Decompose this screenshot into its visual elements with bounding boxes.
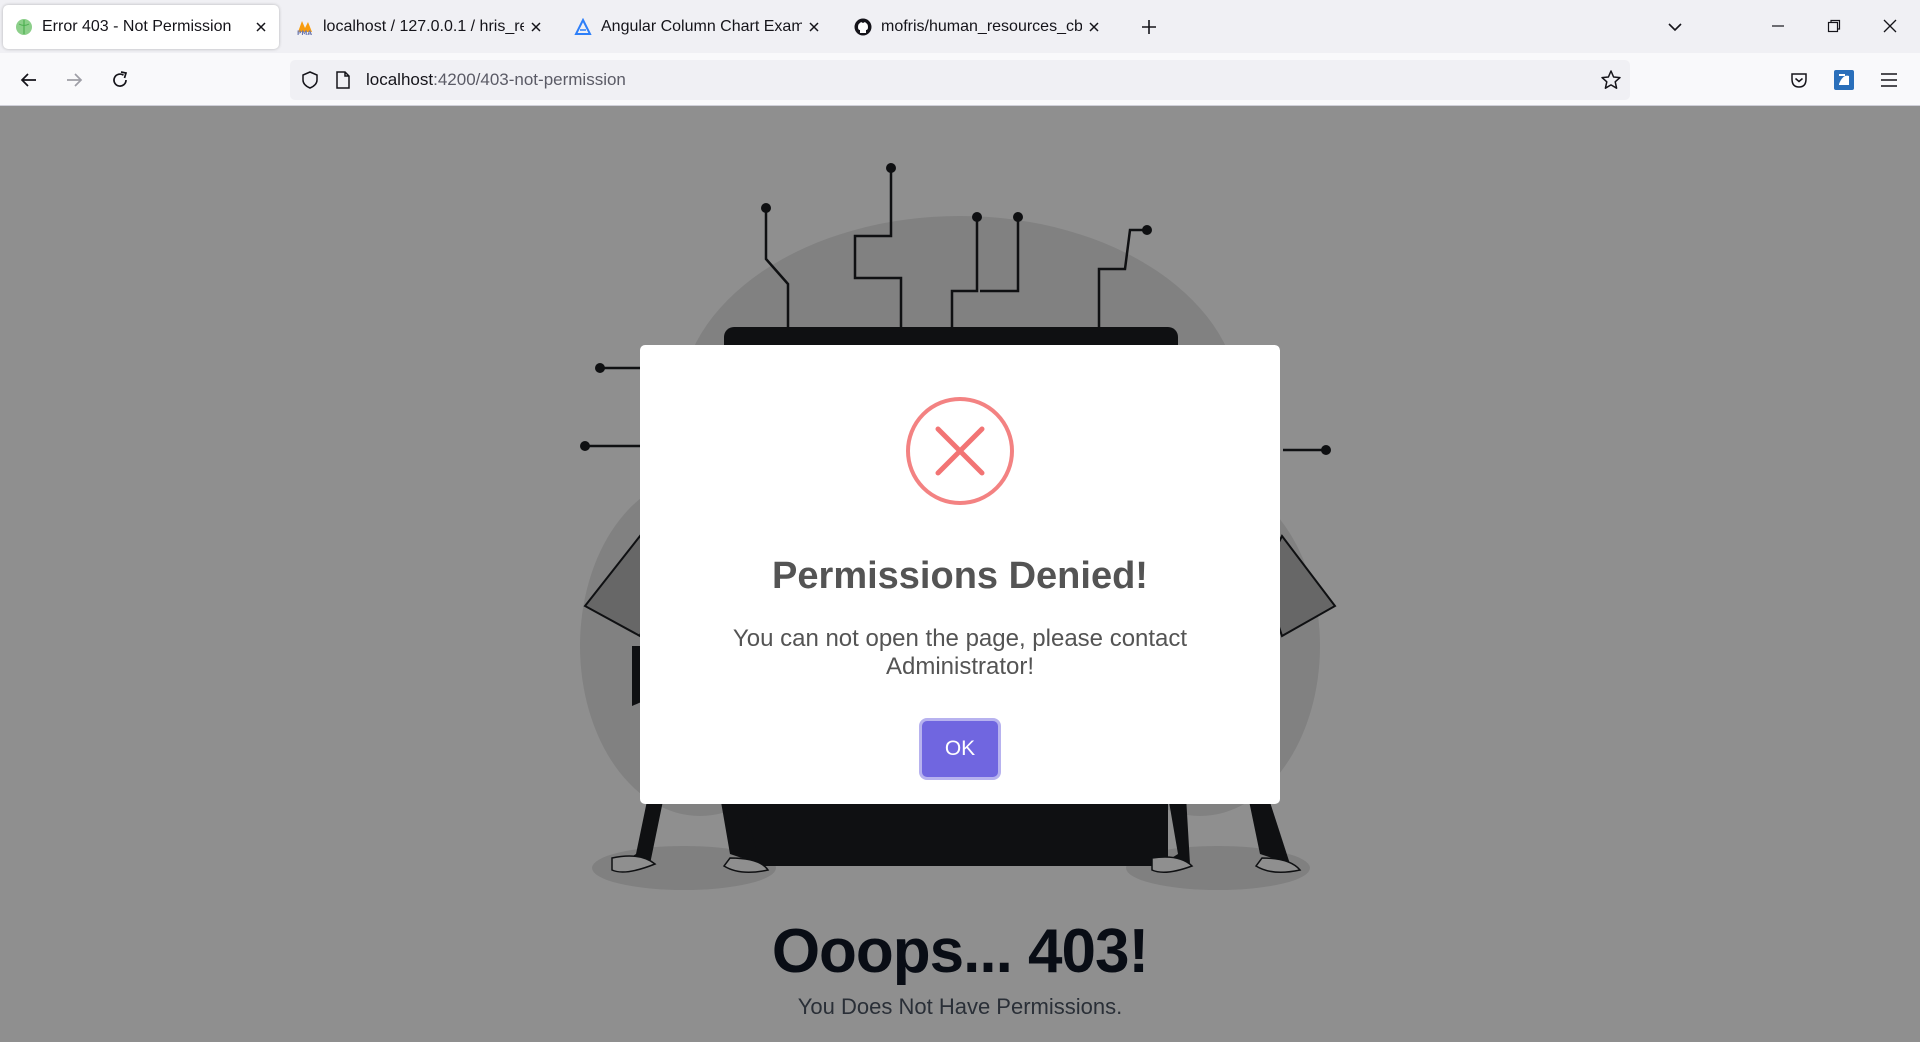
- url-host: localhost: [366, 70, 434, 89]
- back-arrow-icon[interactable]: [12, 63, 46, 97]
- minimize-icon[interactable]: [1758, 8, 1798, 44]
- permission-denied-dialog: Permissions Denied! You can not open the…: [640, 345, 1280, 804]
- extension-icon[interactable]: [1827, 63, 1861, 97]
- svg-text:PMA: PMA: [297, 30, 312, 36]
- angular-favicon-icon: [574, 18, 592, 35]
- tab-title: Error 403 - Not Permission: [42, 18, 232, 35]
- pocket-icon[interactable]: [1782, 63, 1816, 97]
- tab-phpmyadmin[interactable]: PMA localhost / 127.0.0.1 / hris_rekut: [284, 5, 554, 49]
- restore-icon[interactable]: [1814, 8, 1854, 44]
- url-text[interactable]: localhost:4200/403-not-permission: [366, 70, 626, 90]
- error-x-icon: [906, 397, 1014, 505]
- tab-github[interactable]: mofris/human_resources_cbi: [842, 5, 1112, 49]
- tab-title: localhost / 127.0.0.1 / hris_rekut: [323, 18, 524, 35]
- reload-icon[interactable]: [103, 63, 137, 97]
- forward-arrow-icon[interactable]: [57, 63, 91, 97]
- tab-close-icon[interactable]: [802, 15, 826, 39]
- new-tab-plus-icon[interactable]: [1134, 12, 1164, 42]
- dialog-title: Permissions Denied!: [772, 555, 1148, 597]
- tab-error-403[interactable]: Error 403 - Not Permission: [3, 5, 279, 49]
- tab-close-icon[interactable]: [524, 15, 548, 39]
- address-bar[interactable]: localhost:4200/403-not-permission: [290, 60, 1630, 100]
- tab-title: mofris/human_resources_cbi: [881, 18, 1082, 35]
- url-path: :4200/403-not-permission: [433, 70, 626, 89]
- shield-icon[interactable]: [300, 70, 320, 90]
- page-content: Ooops... 403! You Does Not Have Permissi…: [0, 106, 1920, 1042]
- list-tabs-chevron-down-icon[interactable]: [1660, 12, 1690, 42]
- tab-close-icon[interactable]: [1082, 15, 1106, 39]
- close-window-icon[interactable]: [1870, 8, 1910, 44]
- ok-button[interactable]: OK: [922, 721, 998, 777]
- tab-title: Angular Column Chart Example: [601, 18, 802, 35]
- tab-angular-chart[interactable]: Angular Column Chart Example: [562, 5, 832, 49]
- leaf-favicon-icon: [16, 19, 32, 35]
- page-info-icon[interactable]: [334, 70, 352, 90]
- navigation-toolbar: localhost:4200/403-not-permission: [0, 53, 1920, 106]
- hamburger-menu-icon[interactable]: [1872, 63, 1906, 97]
- tab-close-icon[interactable]: [249, 15, 273, 39]
- bookmark-star-icon[interactable]: [1600, 69, 1622, 91]
- dialog-message: You can not open the page, please contac…: [732, 625, 1188, 680]
- tab-strip: Error 403 - Not Permission PMA localhost…: [0, 0, 1920, 53]
- phpmyadmin-favicon-icon: PMA: [297, 21, 312, 36]
- github-favicon-icon: [854, 18, 872, 36]
